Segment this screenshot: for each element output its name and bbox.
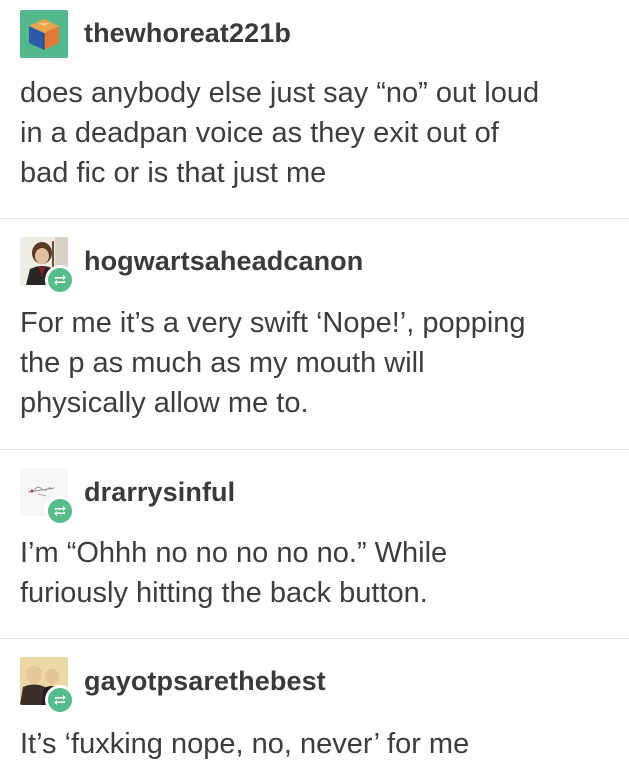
post-drarrysinful: drarrysinful I’m “Ohhh no no no no no.” …: [0, 450, 629, 638]
post-body-line: It’s ‘fuxking nope, no, never’ for me: [20, 728, 470, 760]
username[interactable]: thewhoreat221b: [84, 18, 291, 49]
reblog-icon: [45, 685, 75, 715]
post-hogwartsaheadcanon: hogwartsaheadcanon For me it’s a very sw…: [0, 219, 629, 449]
post-body-line: For me it’s a very swift ‘Nope!’, poppin…: [20, 307, 526, 339]
post-body: For me it’s a very swift ‘Nope!’, poppin…: [20, 303, 620, 423]
post-body: It’s ‘fuxking nope, no, never’ for me: [20, 724, 620, 764]
post-body-line: the p as much as my mouth will: [20, 347, 425, 379]
cube-avatar-icon[interactable]: [20, 10, 68, 58]
post-body: does anybody else just say “no” out loud…: [20, 73, 620, 193]
post-body-line: bad fic or is that just me: [20, 157, 327, 189]
post-body-line: I’m “Ohhh no no no no no.” While: [20, 537, 448, 569]
post-body-line: furiously hitting the back button.: [20, 577, 428, 609]
post-gayotpsarethebest: gayotpsarethebest It’s ‘fuxking nope, no…: [0, 639, 629, 782]
post-body-line: in a deadpan voice as they exit out of: [20, 117, 499, 149]
username[interactable]: gayotpsarethebest: [84, 666, 326, 697]
post-body-line: does anybody else just say “no” out loud: [20, 77, 540, 109]
username[interactable]: drarrysinful: [84, 477, 235, 508]
post-body-line: physically allow me to.: [20, 387, 309, 419]
reblog-icon: [45, 496, 75, 526]
post-thewhoreat221b: thewhoreat221b does anybody else just sa…: [0, 0, 629, 218]
reblog-icon: [45, 265, 75, 295]
username[interactable]: hogwartsaheadcanon: [84, 246, 363, 277]
post-body: I’m “Ohhh no no no no no.” While furious…: [20, 533, 620, 613]
